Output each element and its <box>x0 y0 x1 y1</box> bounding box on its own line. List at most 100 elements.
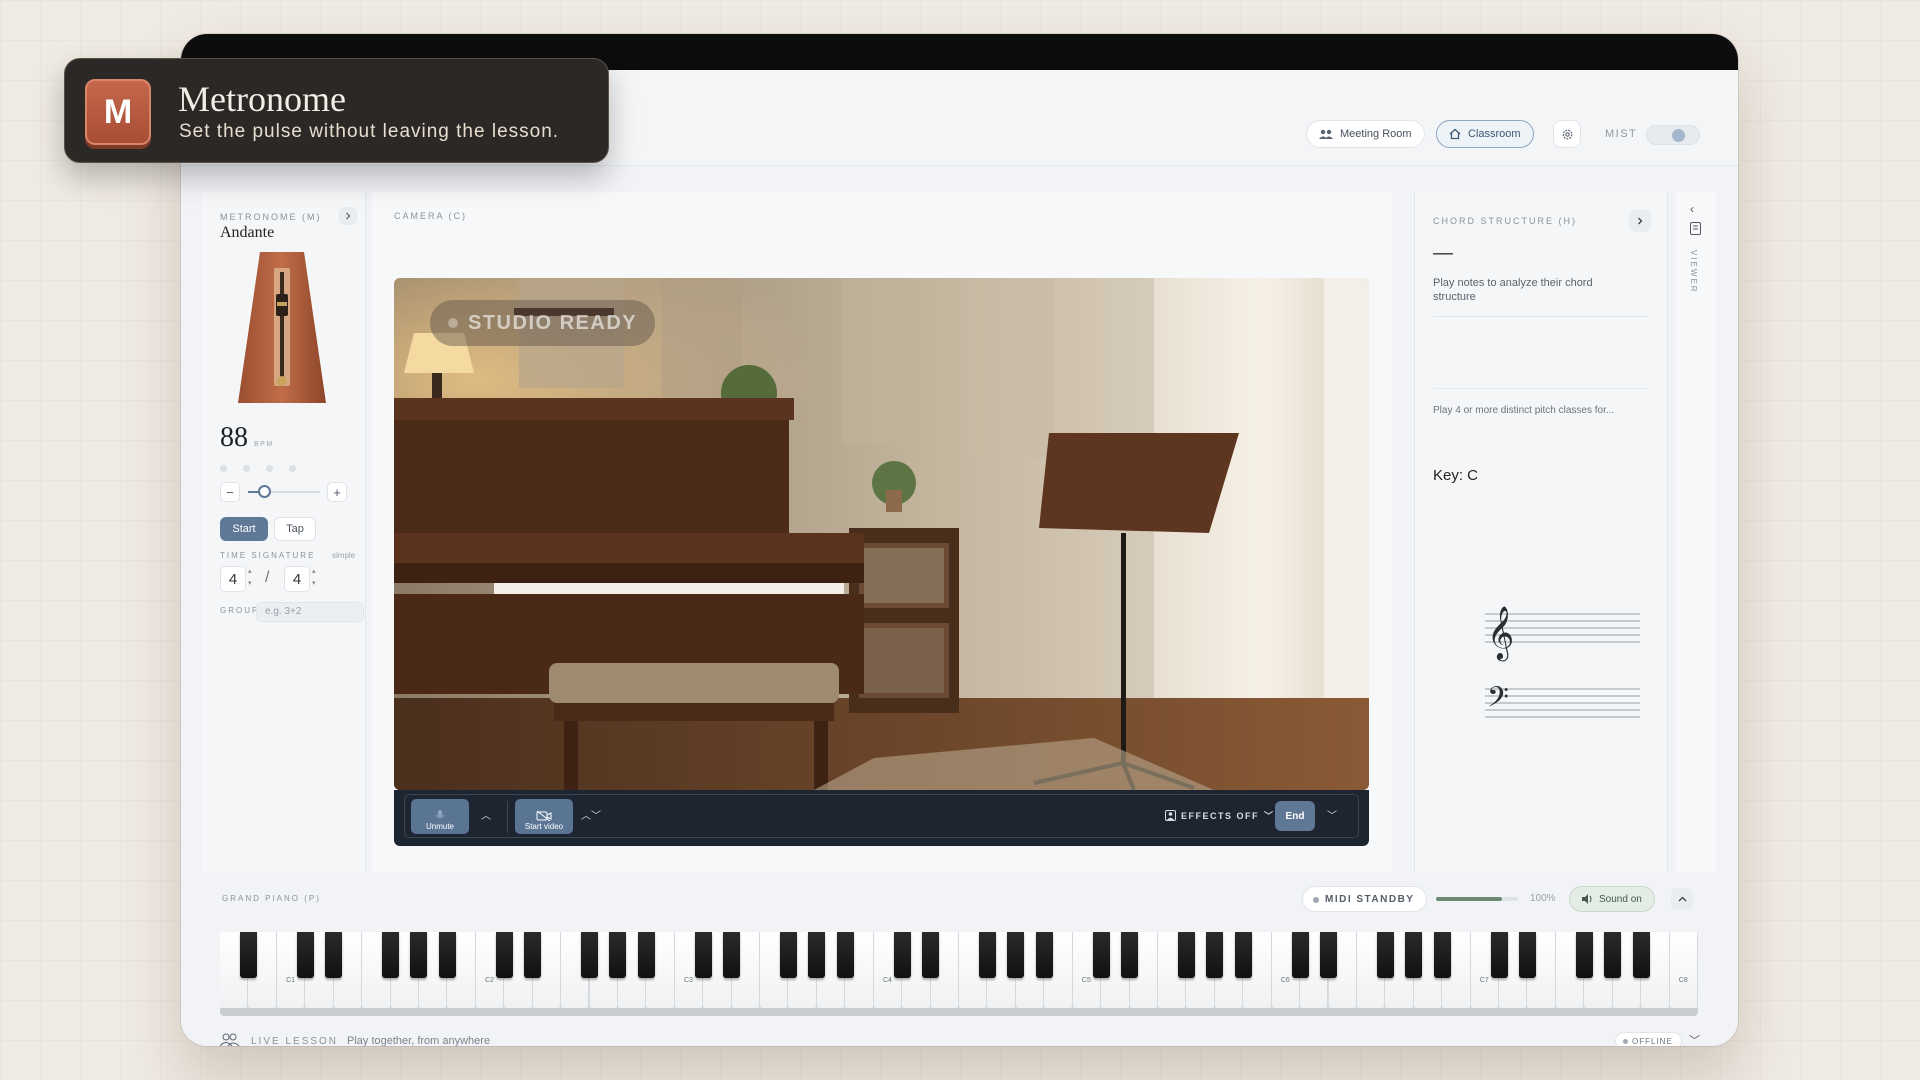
mist-toggle[interactable] <box>1646 125 1700 145</box>
classroom-button[interactable]: Classroom <box>1436 120 1534 148</box>
piano-black-key[interactable] <box>1206 932 1224 978</box>
piano-black-key[interactable] <box>1177 932 1195 978</box>
sound-toggle-button[interactable]: Sound on <box>1569 886 1655 912</box>
camera-section-label: CAMERA (C) <box>394 211 468 221</box>
chord-subhint: Play 4 or more distinct pitch classes fo… <box>1433 405 1615 416</box>
piano-black-key[interactable] <box>1604 932 1622 978</box>
mist-label: MIST <box>1605 128 1638 140</box>
piano-black-key[interactable] <box>1121 932 1139 978</box>
chevron-right-icon <box>1638 217 1643 225</box>
piano-black-key[interactable] <box>296 932 314 978</box>
bpm-value: 88 <box>220 422 248 453</box>
piano-black-key[interactable] <box>1291 932 1309 978</box>
metronome-app-icon: M <box>85 79 151 145</box>
mist-toggle-knob <box>1672 129 1685 142</box>
footer-tagline: Play together, from anywhere <box>347 1035 491 1046</box>
piano-black-key[interactable] <box>382 932 400 978</box>
home-icon <box>1449 128 1461 140</box>
beat-dot <box>243 465 250 472</box>
audio-options-chevron-up-icon[interactable]: ︿ <box>481 807 491 822</box>
chevron-right-icon <box>346 212 351 220</box>
unmute-label: Unmute <box>425 822 454 831</box>
end-call-button[interactable]: End <box>1275 801 1315 831</box>
chord-expand-button[interactable] <box>1629 210 1651 232</box>
piano-black-key[interactable] <box>239 932 257 978</box>
piano-black-key[interactable] <box>410 932 428 978</box>
piano-black-key[interactable] <box>893 932 911 978</box>
group-input[interactable]: e.g. 3+2 <box>256 602 364 622</box>
piano-black-key[interactable] <box>836 932 854 978</box>
footer-chevron-down-icon[interactable]: ﹀ <box>1689 1032 1700 1046</box>
numerator-input[interactable]: 4 <box>220 566 246 592</box>
chord-structure-panel: CHORD STRUCTURE (H) — Play notes to anal… <box>1414 192 1668 872</box>
meeting-room-button[interactable]: Meeting Room <box>1306 120 1425 148</box>
piano-collapse-button[interactable] <box>1671 888 1693 910</box>
piano-black-key[interactable] <box>637 932 655 978</box>
settings-button[interactable] <box>1553 120 1581 148</box>
piano-black-key[interactable] <box>325 932 343 978</box>
group-label: GROUP <box>220 606 260 615</box>
piano-black-key[interactable] <box>694 932 712 978</box>
metronome-toast: M Metronome Set the pulse without leavin… <box>64 58 609 163</box>
piano-black-key[interactable] <box>524 932 542 978</box>
denominator-stepper[interactable]: ▴ ▾ <box>312 566 316 590</box>
piano-black-key[interactable] <box>723 932 741 978</box>
piano-black-key[interactable] <box>1092 932 1110 978</box>
metronome-start-button[interactable]: Start <box>220 517 268 541</box>
live-lesson-label: LIVE LESSON <box>251 1036 339 1046</box>
piano-section-label: GRAND PIANO (P) <box>222 894 321 903</box>
tempo-decrease-button[interactable]: − <box>220 482 240 502</box>
piano-black-key[interactable] <box>922 932 940 978</box>
piano-black-key[interactable] <box>978 932 996 978</box>
group-users-icon <box>220 1033 240 1046</box>
effects-button[interactable]: EFFECTS OFF ﹀ <box>1165 809 1275 822</box>
tempo-slider[interactable] <box>248 485 320 498</box>
camera-panel: CAMERA (C) STUDIO READY Unmute ︿ Start v… <box>372 192 1392 872</box>
connection-status-badge: OFFLINE <box>1615 1032 1682 1046</box>
piano-black-key[interactable] <box>1575 932 1593 978</box>
unmute-button[interactable]: Unmute <box>411 799 469 834</box>
beat-dots <box>220 465 296 472</box>
numerator-stepper[interactable]: ▴ ▾ <box>248 566 252 590</box>
divider <box>1433 388 1649 389</box>
video-options-chevron-icon[interactable]: ︿﹀ <box>581 807 601 822</box>
denominator-input[interactable]: 4 <box>284 566 310 592</box>
octave-label: C3 <box>684 977 693 984</box>
volume-slider[interactable] <box>1436 897 1518 901</box>
collapse-left-chevron-icon[interactable]: ‹ <box>1690 202 1694 216</box>
tempo-slider-handle[interactable] <box>258 485 271 498</box>
piano-black-key[interactable] <box>1319 932 1338 978</box>
piano-black-key[interactable] <box>808 932 826 978</box>
piano-black-key[interactable] <box>1433 932 1451 978</box>
piano-black-key[interactable] <box>1376 932 1394 978</box>
divider <box>1433 316 1649 317</box>
piano-black-key[interactable] <box>1035 932 1053 978</box>
beat-dot <box>289 465 296 472</box>
piano-black-key[interactable] <box>1490 932 1508 978</box>
piano-black-key[interactable] <box>1518 932 1536 978</box>
status-dot <box>1313 897 1319 903</box>
piano-black-key[interactable] <box>1632 932 1650 978</box>
tempo-increase-button[interactable]: + <box>327 482 347 502</box>
piano-black-key[interactable] <box>1405 932 1423 978</box>
classroom-label: Classroom <box>1468 128 1521 140</box>
octave-label: C8 <box>1678 977 1688 984</box>
piano-black-key[interactable] <box>580 932 599 978</box>
camera-video: STUDIO READY <box>394 278 1369 790</box>
piano-black-key[interactable] <box>1007 932 1025 978</box>
piano-black-key[interactable] <box>1234 932 1252 978</box>
piano-keyboard[interactable]: C1 C2 C3 C4 C5 C6 C7 C8 <box>220 932 1698 1008</box>
document-icon[interactable] <box>1690 222 1701 235</box>
piano-black-key[interactable] <box>609 932 627 978</box>
piano-black-key[interactable] <box>779 932 797 978</box>
start-video-label: Start video <box>524 822 564 831</box>
piano-black-key[interactable] <box>438 932 456 978</box>
midi-status-badge[interactable]: MIDI STANDBY <box>1302 886 1428 912</box>
more-options-chevron-down-icon[interactable]: ﹀ <box>1327 807 1337 822</box>
metronome-tap-button[interactable]: Tap <box>274 517 316 541</box>
start-video-button[interactable]: Start video <box>515 799 573 834</box>
piano-black-key[interactable] <box>495 932 513 978</box>
piano-white-key[interactable]: C8 <box>1669 932 1698 1008</box>
treble-clef-icon: 𝄞 <box>1487 605 1514 661</box>
metronome-expand-button[interactable] <box>339 207 357 225</box>
